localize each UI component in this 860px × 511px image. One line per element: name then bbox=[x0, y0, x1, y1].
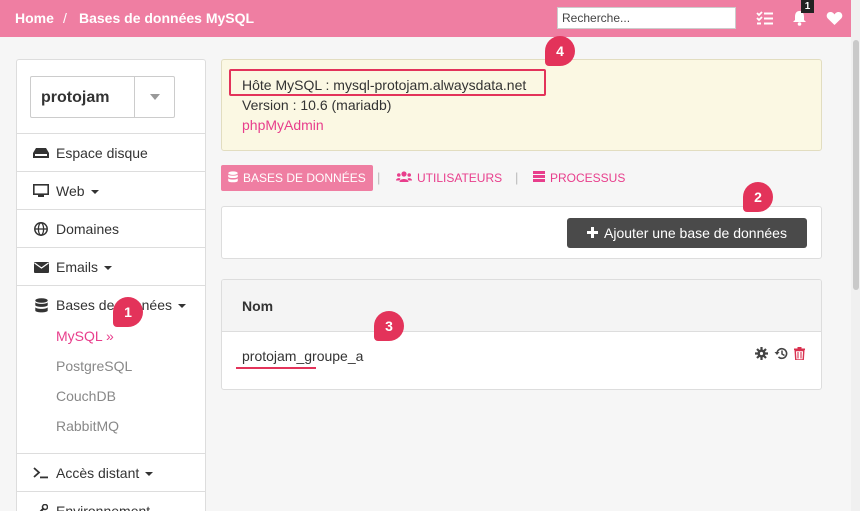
mysql-host-line: Hôte MySQL : mysql-protojam.alwaysdata.n… bbox=[242, 77, 527, 93]
breadcrumb-home[interactable]: Home bbox=[15, 10, 54, 26]
add-database-panel: Ajouter une base de données bbox=[221, 206, 822, 259]
database-icon bbox=[228, 170, 238, 186]
sidebar-item-web[interactable]: Web bbox=[17, 171, 205, 209]
table-header: Nom bbox=[222, 280, 821, 332]
wrench-icon bbox=[33, 503, 49, 511]
tab-label: UTILISATEURS bbox=[417, 171, 503, 185]
trash-icon[interactable] bbox=[794, 347, 805, 365]
database-table: Nom protojam_groupe_a bbox=[221, 279, 822, 390]
name-underline-annotation bbox=[236, 367, 316, 369]
sidebar-item-bases-de-donnees[interactable]: Bases de données MySQL » PostgreSQL Couc… bbox=[17, 285, 205, 445]
sidebar-item-espace-disque[interactable]: Espace disque bbox=[17, 133, 205, 171]
page-scrollbar[interactable] bbox=[851, 0, 860, 511]
add-database-button[interactable]: Ajouter une base de données bbox=[567, 218, 807, 248]
globe-icon bbox=[33, 221, 49, 237]
sidebar-item-label: Accès distant bbox=[56, 465, 140, 481]
tab-separator: | bbox=[515, 170, 519, 185]
callout-badge-2: 2 bbox=[743, 182, 773, 212]
top-bar: Home / Bases de données MySQL 1 bbox=[0, 0, 851, 37]
callout-badge-3: 3 bbox=[374, 311, 404, 341]
phpmyadmin-link[interactable]: phpMyAdmin bbox=[242, 117, 324, 133]
tasks-icon[interactable] bbox=[754, 8, 774, 28]
sidebar-item-environnement[interactable]: Environnement bbox=[17, 491, 205, 511]
mysql-version-line: Version : 10.6 (mariadb) bbox=[242, 97, 392, 113]
sidebar-item-emails[interactable]: Emails bbox=[17, 247, 205, 285]
envelope-icon bbox=[33, 259, 49, 275]
tab-label: PROCESSUS bbox=[550, 171, 626, 185]
row-actions bbox=[755, 347, 805, 365]
sidebar-item-label: Domaines bbox=[56, 221, 120, 237]
caret-down-icon bbox=[90, 190, 99, 195]
sidebar-item-label: Emails bbox=[56, 259, 99, 275]
sidebar-subitem-mysql[interactable]: MySQL » bbox=[56, 328, 114, 344]
sidebar-subitem-couchdb[interactable]: CouchDB bbox=[56, 388, 116, 404]
sidebar-item-acces-distant[interactable]: Accès distant bbox=[17, 453, 205, 491]
callout-badge-1: 1 bbox=[113, 297, 143, 327]
column-header-nom[interactable]: Nom bbox=[242, 298, 273, 314]
tab-processus[interactable]: PROCESSUS bbox=[533, 165, 625, 191]
search-input[interactable] bbox=[557, 7, 736, 29]
plus-icon bbox=[587, 225, 599, 241]
heart-icon[interactable] bbox=[824, 8, 844, 28]
notification-count-badge: 1 bbox=[801, 0, 814, 13]
account-select[interactable]: protojam bbox=[30, 76, 175, 118]
mysql-info-box: Hôte MySQL : mysql-protojam.alwaysdata.n… bbox=[221, 59, 822, 151]
history-icon[interactable] bbox=[774, 347, 788, 365]
sidebar-item-domaines[interactable]: Domaines bbox=[17, 209, 205, 247]
terminal-icon bbox=[33, 465, 49, 481]
database-name[interactable]: protojam_groupe_a bbox=[242, 348, 363, 364]
sidebar-item-label: Environnement bbox=[56, 503, 151, 511]
caret-down-icon bbox=[104, 266, 113, 271]
breadcrumb-separator: / bbox=[63, 10, 67, 26]
sidebar-item-label: Espace disque bbox=[56, 145, 148, 161]
scrollbar-thumb[interactable] bbox=[853, 40, 859, 290]
users-icon bbox=[396, 171, 412, 185]
caret-down-icon bbox=[145, 472, 154, 477]
server-icon bbox=[533, 171, 545, 185]
monitor-icon bbox=[33, 183, 49, 199]
hdd-icon bbox=[33, 145, 49, 161]
sidebar-item-label: Web bbox=[56, 183, 85, 199]
add-database-label: Ajouter une base de données bbox=[604, 225, 787, 241]
tab-utilisateurs[interactable]: UTILISATEURS bbox=[396, 165, 502, 191]
breadcrumb-current: Bases de données MySQL bbox=[79, 10, 255, 26]
caret-down-icon bbox=[177, 304, 186, 309]
database-icon bbox=[33, 297, 49, 313]
tab-label: BASES DE DONNÉES bbox=[243, 171, 366, 185]
gear-icon[interactable] bbox=[755, 347, 768, 365]
sidebar-subitem-postgresql[interactable]: PostgreSQL bbox=[56, 358, 132, 374]
tab-separator: | bbox=[377, 170, 381, 185]
tab-bases-de-donnees[interactable]: BASES DE DONNÉES bbox=[221, 165, 373, 191]
callout-badge-4: 4 bbox=[545, 36, 575, 66]
sidebar: protojam Espace disque Web Domaines Emai… bbox=[16, 59, 206, 511]
chevron-down-icon[interactable] bbox=[134, 77, 174, 117]
account-select-value: protojam bbox=[41, 89, 110, 106]
sidebar-subitem-rabbitmq[interactable]: RabbitMQ bbox=[56, 418, 119, 434]
